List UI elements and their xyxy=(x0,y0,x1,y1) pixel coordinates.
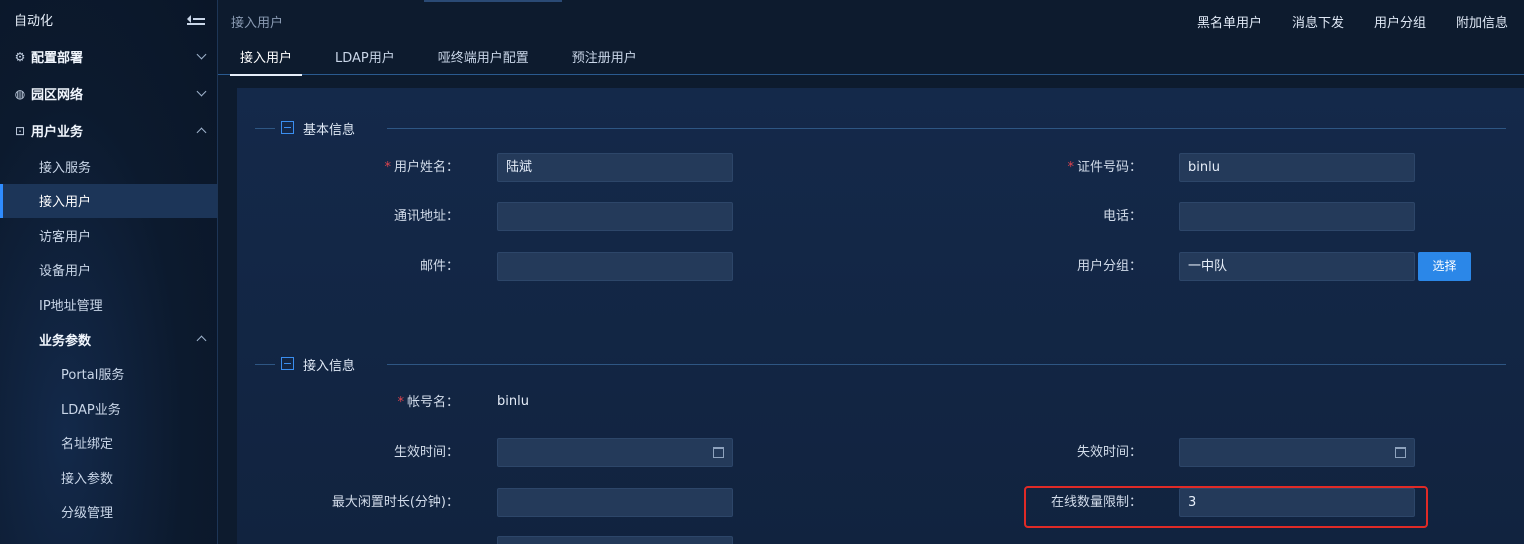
collapse-toggle-icon[interactable] xyxy=(281,357,294,370)
sidebar: 自动化 ⚙ 配置部署 ◍ 园区网络 ⊡ 用户业务 接入服务 接入用户 访客用户 … xyxy=(0,0,218,544)
sidebar-item-guest-user[interactable]: 访客用户 xyxy=(0,218,217,253)
sidebar-group-campus[interactable]: ◍ 园区网络 xyxy=(0,75,217,112)
form-panel: 基本信息 * 用户姓名： 陆斌 * 证件号码： binlu 通讯地址： 电话： 邮件… xyxy=(237,88,1524,544)
address-field[interactable] xyxy=(497,202,733,231)
user-group-label: 用户分组： xyxy=(1076,259,1142,274)
sidebar-header: 自动化 xyxy=(0,0,217,38)
sidebar-group-label: 配置部署 xyxy=(31,51,84,66)
user-business-icon: ⊡ xyxy=(14,123,26,138)
idle-duration-field[interactable] xyxy=(497,488,733,517)
sidebar-item-level-management[interactable]: 分级管理 xyxy=(0,495,217,530)
chevron-up-icon xyxy=(196,127,207,137)
phone-label: 电话： xyxy=(1102,209,1142,224)
divider xyxy=(387,364,1506,365)
blacklist-user-link[interactable]: 黑名单用户 xyxy=(1197,12,1262,31)
tab-dumb-terminal[interactable]: 哑终端用户配置 xyxy=(428,42,539,75)
name-label: * 用户姓名： xyxy=(384,160,459,175)
sidebar-item-ldap[interactable]: LDAP业务 xyxy=(0,391,217,426)
tab-bar: 接入用户 LDAP用户 哑终端用户配置 预注册用户 xyxy=(218,42,1524,76)
collapse-toggle-icon[interactable] xyxy=(281,121,294,134)
tab-preregistered-user[interactable]: 预注册用户 xyxy=(562,42,647,75)
required-mark: * xyxy=(1067,160,1074,175)
user-group-link[interactable]: 用户分组 xyxy=(1374,12,1426,31)
sidebar-item-access-service[interactable]: 接入服务 xyxy=(0,149,217,184)
section-title: 接入信息 xyxy=(303,359,356,374)
section-title: 基本信息 xyxy=(303,123,356,138)
sidebar-item-access-user[interactable]: 接入用户 xyxy=(0,183,217,218)
name-label-text: 用户姓名 xyxy=(393,160,446,175)
email-label: 邮件： xyxy=(419,259,459,274)
start-time-picker[interactable] xyxy=(497,438,733,467)
sidebar-group-label: 业务参数 xyxy=(39,333,92,349)
account-label: * 帐号名： xyxy=(397,395,459,410)
menu-collapse-icon[interactable] xyxy=(187,12,205,26)
sidebar-group-user-business[interactable]: ⊡ 用户业务 xyxy=(0,112,217,149)
name-field[interactable]: 陆斌 xyxy=(497,153,733,182)
sidebar-item-binding[interactable]: 名址绑定 xyxy=(0,426,217,461)
phone-field[interactable] xyxy=(1179,202,1415,231)
divider xyxy=(387,128,1506,129)
divider xyxy=(255,364,275,365)
account-value: binlu xyxy=(497,394,529,409)
highlight-box xyxy=(1024,486,1428,528)
calendar-icon xyxy=(1395,447,1406,458)
start-time-label-text: 生效时间 xyxy=(393,445,446,460)
message-dispatch-link[interactable]: 消息下发 xyxy=(1292,12,1344,31)
address-label-text: 通讯地址 xyxy=(393,209,446,224)
user-group-label-text: 用户分组 xyxy=(1076,259,1129,274)
calendar-icon xyxy=(713,447,724,458)
divider xyxy=(255,128,275,129)
required-mark: * xyxy=(397,395,404,410)
address-label: 通讯地址： xyxy=(393,209,459,224)
tab-access-user[interactable]: 接入用户 xyxy=(230,42,303,76)
breadcrumb: 接入用户 xyxy=(231,15,284,31)
email-label-text: 邮件 xyxy=(419,259,446,274)
user-group-field[interactable]: 一中队 xyxy=(1179,252,1415,281)
section-access-info: 接入信息 xyxy=(237,354,1524,374)
select-group-button[interactable]: 选择 xyxy=(1418,252,1471,281)
sidebar-group-label: 园区网络 xyxy=(31,88,84,103)
app-title: 自动化 xyxy=(14,13,54,29)
gear-icon: ⚙ xyxy=(14,49,26,64)
start-time-label: 生效时间： xyxy=(393,445,459,460)
header: 接入用户 黑名单用户 消息下发 用户分组 附加信息 xyxy=(218,0,1524,42)
id-number-label-text: 证件号码 xyxy=(1076,160,1129,175)
chevron-up-icon xyxy=(196,335,207,346)
end-time-picker[interactable] xyxy=(1179,438,1415,467)
sidebar-group-config[interactable]: ⚙ 配置部署 xyxy=(0,38,217,75)
sidebar-item-portal[interactable]: Portal服务 xyxy=(0,357,217,392)
tab-ldap-user[interactable]: LDAP用户 xyxy=(325,42,405,75)
sidebar-item-access-params[interactable]: 接入参数 xyxy=(0,460,217,495)
sidebar-item-ip-management[interactable]: IP地址管理 xyxy=(0,287,217,322)
extra-info-link[interactable]: 附加信息 xyxy=(1456,12,1508,31)
idle-duration-label: 最大闲置时长(分钟)： xyxy=(331,495,459,510)
sidebar-group-label: 用户业务 xyxy=(31,125,84,140)
required-mark: * xyxy=(384,160,391,175)
id-number-label: * 证件号码： xyxy=(1067,160,1142,175)
header-actions: 黑名单用户 消息下发 用户分组 附加信息 xyxy=(1197,12,1508,31)
email-field[interactable] xyxy=(497,252,733,281)
end-time-label: 失效时间： xyxy=(1076,445,1142,460)
section-basic-info: 基本信息 xyxy=(237,118,1524,138)
chevron-down-icon xyxy=(196,86,207,97)
sidebar-group-business-params[interactable]: 业务参数 xyxy=(0,322,217,357)
phone-label-text: 电话 xyxy=(1102,209,1129,224)
idle-duration-label-text: 最大闲置时长(分钟) xyxy=(331,495,446,510)
globe-icon: ◍ xyxy=(14,86,26,101)
end-time-label-text: 失效时间 xyxy=(1076,445,1129,460)
next-field-partial[interactable] xyxy=(497,536,733,544)
account-label-text: 帐号名 xyxy=(406,395,446,410)
id-number-field[interactable]: binlu xyxy=(1179,153,1415,182)
chevron-down-icon xyxy=(196,49,207,60)
sidebar-item-device-user[interactable]: 设备用户 xyxy=(0,253,217,288)
